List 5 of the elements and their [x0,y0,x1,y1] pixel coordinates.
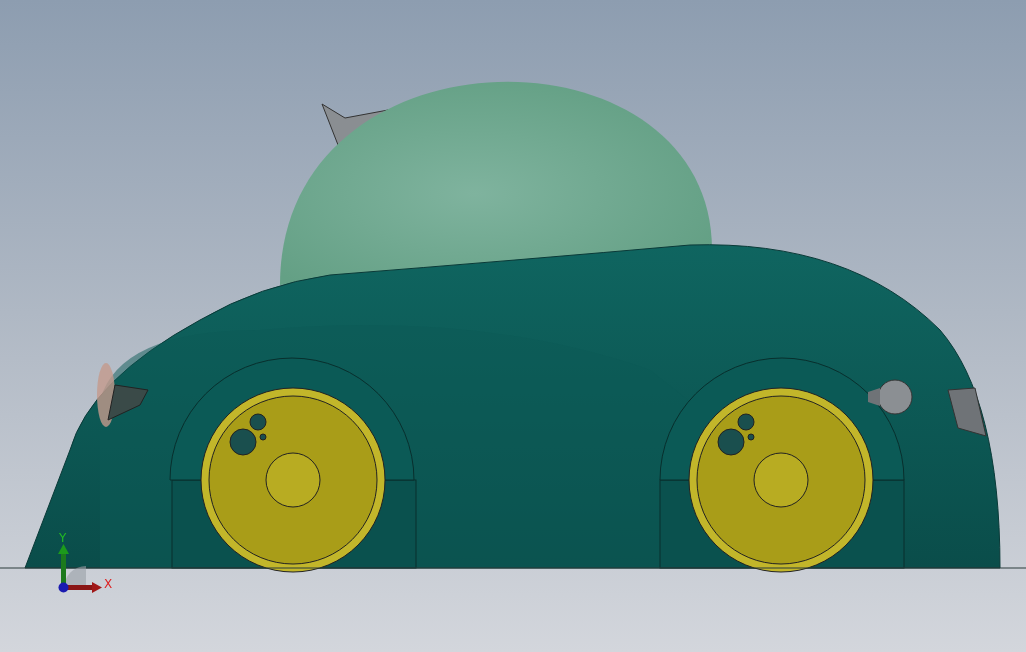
x-axis-label: X [104,577,113,591]
origin-dot-icon [58,582,69,593]
car-model-drawing[interactable] [0,81,1026,573]
y-axis-label: Y [59,531,67,545]
cad-viewport[interactable]: Y X [0,0,1026,652]
